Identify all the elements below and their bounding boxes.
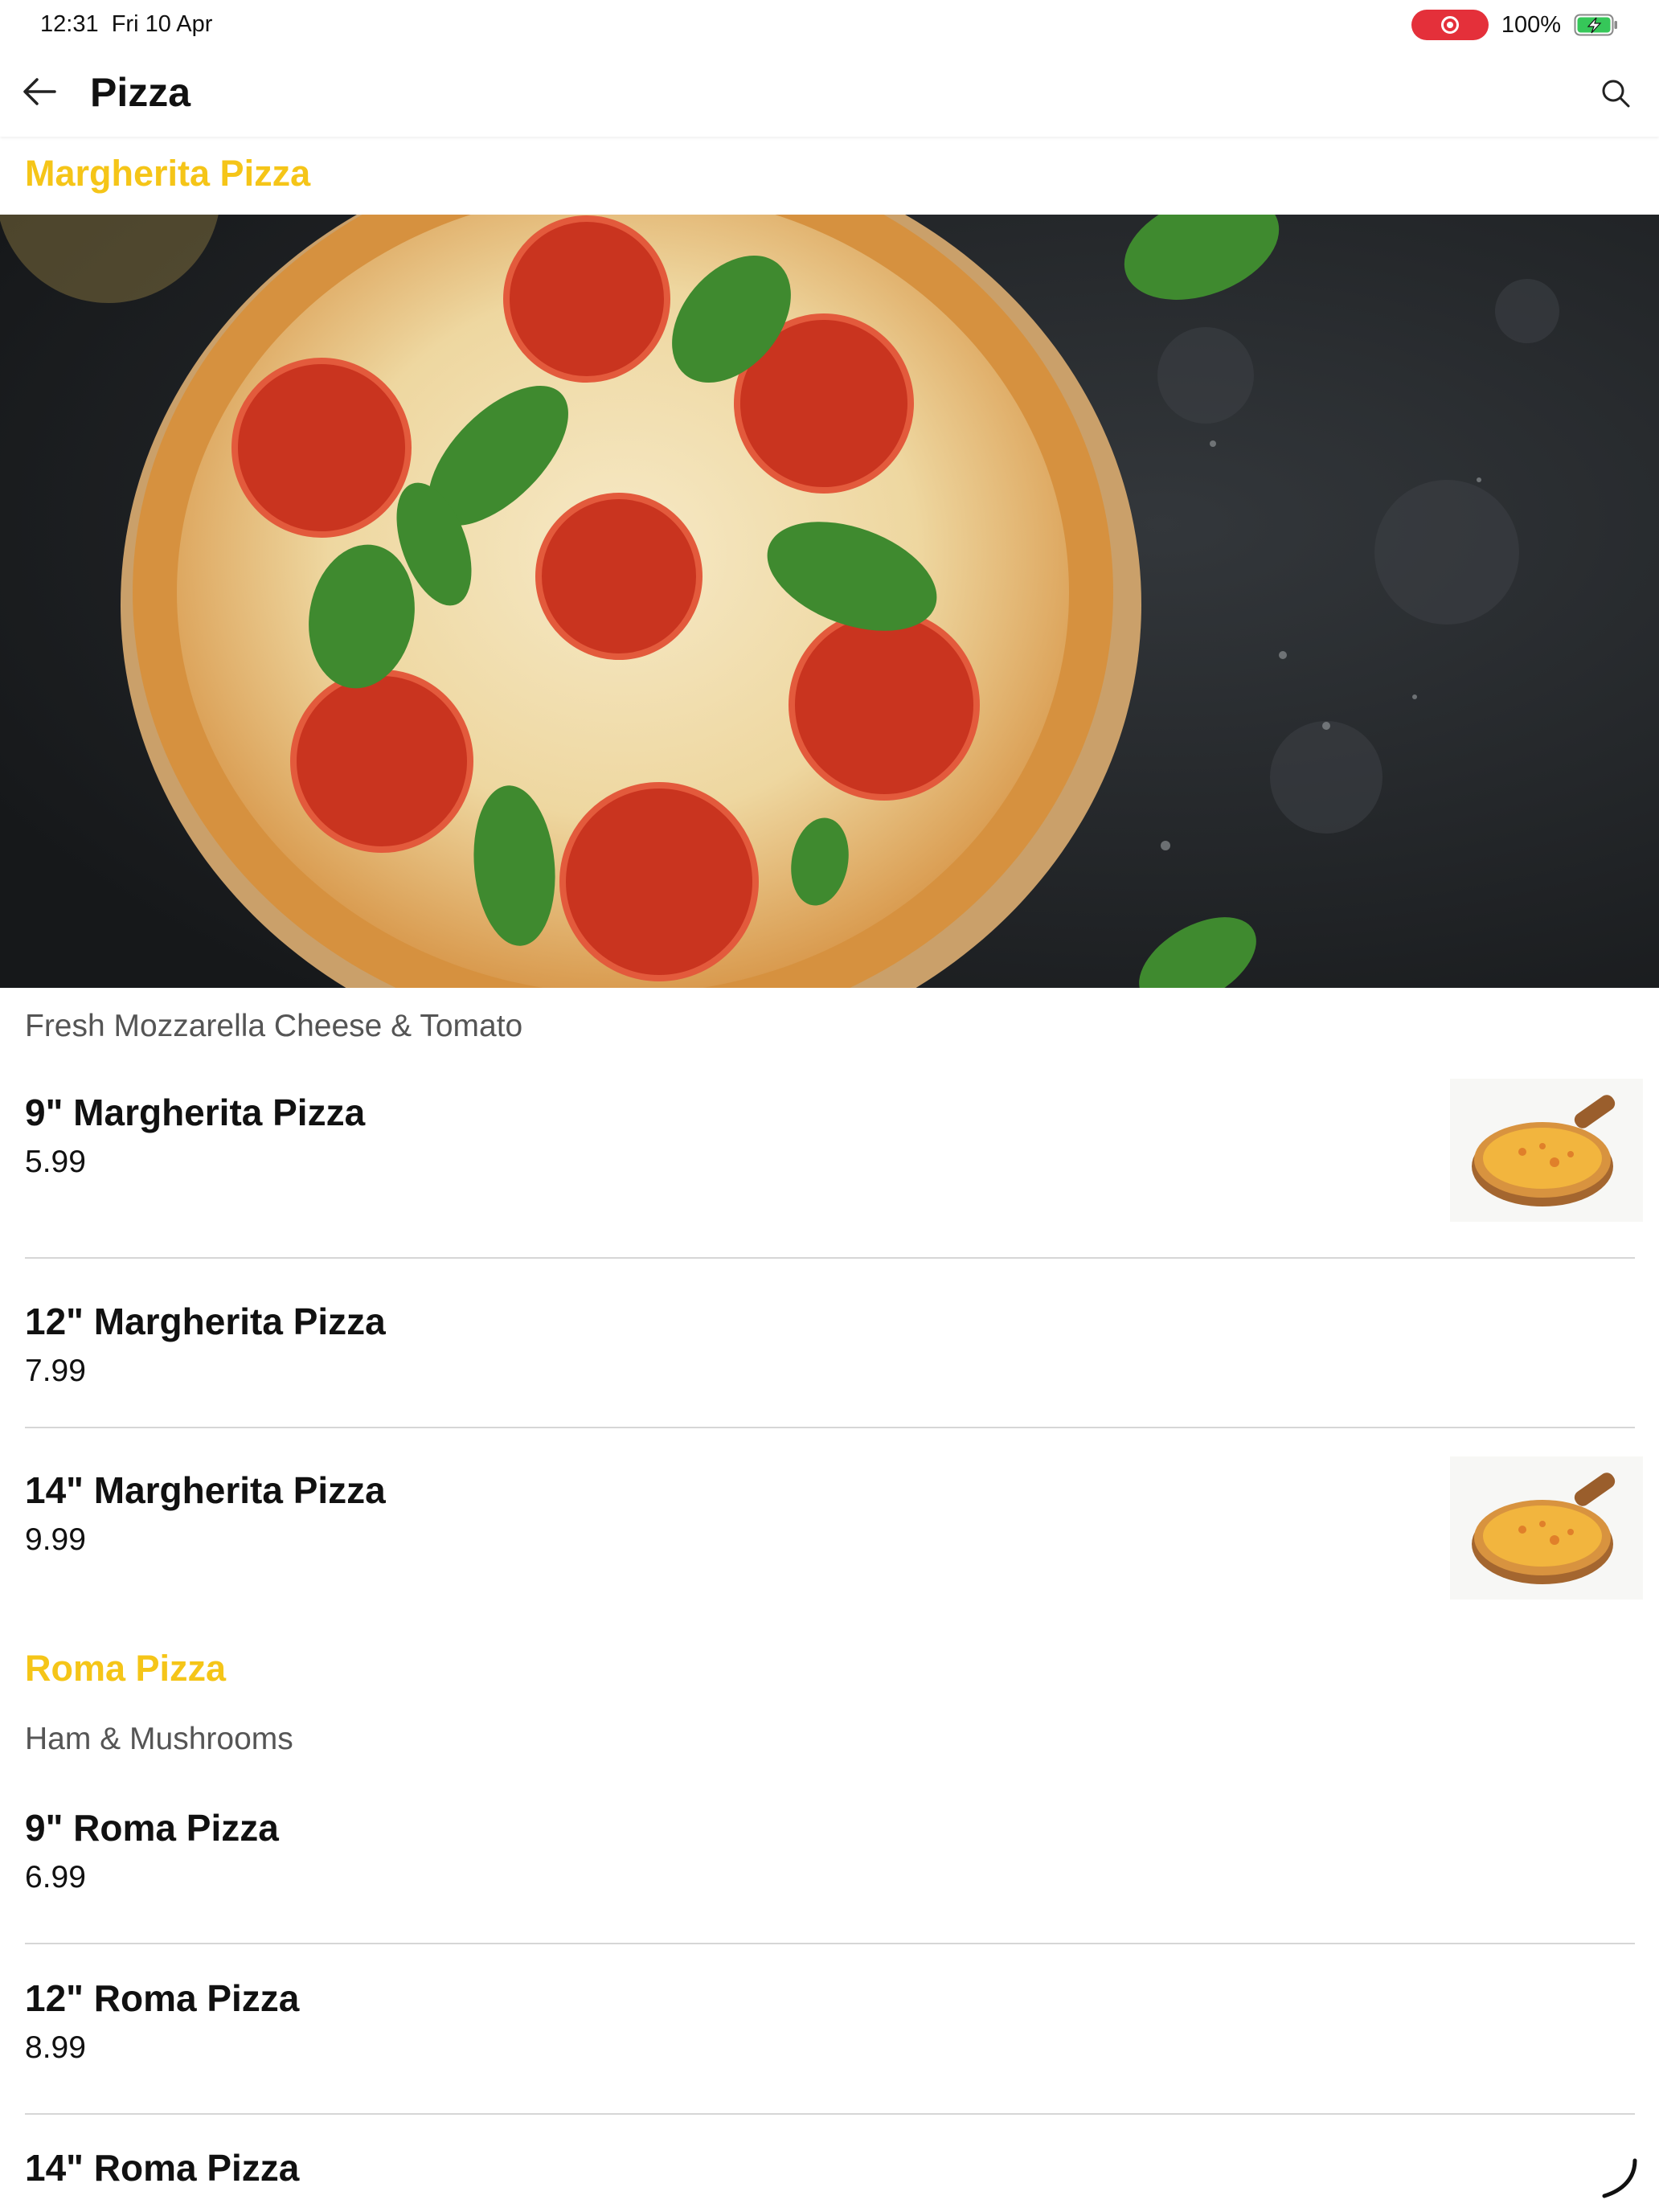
- status-date: Fri 10 Apr: [111, 11, 213, 37]
- item-name: 12" Roma Pizza: [25, 1977, 300, 2019]
- section-description-margherita: Fresh Mozzarella Cheese & Tomato: [25, 1009, 523, 1043]
- status-right: 100%: [1411, 10, 1619, 40]
- search-button[interactable]: [1596, 74, 1635, 113]
- divider: [25, 1257, 1635, 1259]
- menu-item-roma-12[interactable]: 12" Roma Pizza 8.99: [0, 1964, 1659, 2106]
- screen-recording-icon[interactable]: [1411, 10, 1489, 40]
- pizza-thumbnail-image: [1450, 1079, 1643, 1222]
- pizza-board-icon: [1472, 1473, 1616, 1584]
- item-price: 8.99: [25, 2030, 86, 2065]
- item-price: 9.99: [25, 1522, 86, 1557]
- divider: [25, 1427, 1635, 1428]
- pizza-board-icon: [1472, 1095, 1616, 1206]
- margherita-hero-image: [0, 215, 1659, 988]
- item-name: 9" Roma Pizza: [25, 1807, 279, 1849]
- app-bar: Pizza: [0, 51, 1659, 137]
- back-button[interactable]: [21, 72, 59, 111]
- menu-item-roma-14[interactable]: 14" Roma Pizza: [0, 2134, 1659, 2212]
- item-price: 5.99: [25, 1145, 86, 1179]
- item-name: 14" Roma Pizza: [25, 2147, 300, 2189]
- item-price: 6.99: [25, 1860, 86, 1895]
- status-bar: 12:31 Fri 10 Apr 100%: [0, 0, 1659, 51]
- section-title-margherita: Margherita Pizza: [25, 153, 311, 194]
- battery-percentage: 100%: [1501, 11, 1561, 38]
- page-title: Pizza: [90, 70, 191, 115]
- item-name: 12" Margherita Pizza: [25, 1301, 386, 1342]
- pizza-photo: [0, 215, 1659, 988]
- menu-item-margherita-12[interactable]: 12" Margherita Pizza 7.99: [0, 1288, 1659, 1429]
- menu-item-roma-9[interactable]: 9" Roma Pizza 6.99: [0, 1794, 1659, 1936]
- loading-spinner-icon: [1602, 2158, 1637, 2198]
- status-time: 12:31 Fri 10 Apr: [40, 11, 212, 38]
- menu-item-margherita-9[interactable]: 9" Margherita Pizza 5.99: [0, 1079, 1659, 1280]
- menu-item-margherita-14[interactable]: 14" Margherita Pizza 9.99: [0, 1456, 1659, 1613]
- divider: [25, 1943, 1635, 1944]
- item-name: 14" Margherita Pizza: [25, 1469, 386, 1511]
- pizza-thumbnail-image: [1450, 1456, 1643, 1600]
- item-price: 7.99: [25, 1354, 86, 1388]
- section-title-roma: Roma Pizza: [25, 1648, 227, 1689]
- status-clock: 12:31: [40, 11, 99, 37]
- item-name: 9" Margherita Pizza: [25, 1092, 366, 1133]
- app-screen: 12:31 Fri 10 Apr 100% Pizza Margherita P…: [0, 0, 1659, 2212]
- arrow-left-icon: [23, 78, 56, 105]
- search-icon: [1602, 80, 1630, 108]
- battery-charging-icon: [1574, 14, 1617, 36]
- section-description-roma: Ham & Mushrooms: [25, 1722, 293, 1756]
- divider: [25, 2113, 1635, 2115]
